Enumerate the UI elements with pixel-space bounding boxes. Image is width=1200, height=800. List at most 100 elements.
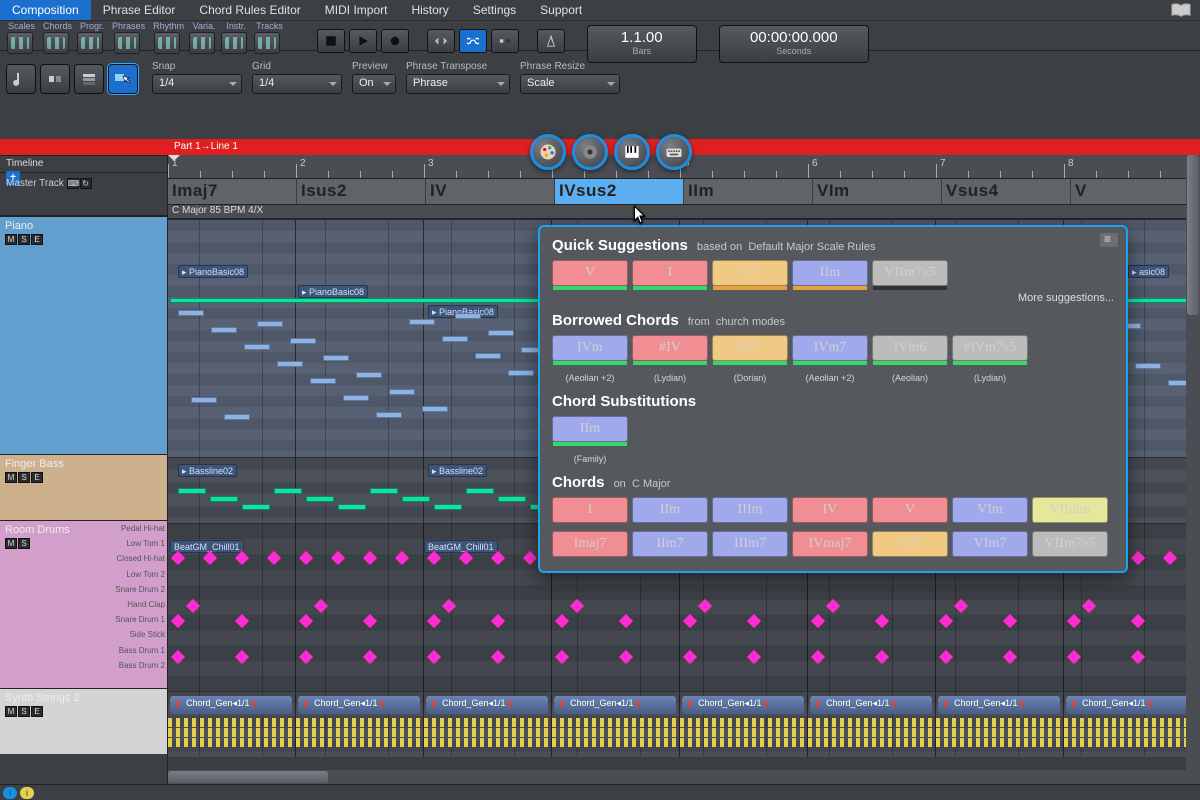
track-header-piano[interactable]: Piano MSE (0, 216, 167, 454)
snap-playhead-button[interactable] (491, 29, 519, 53)
chord-cell[interactable]: IV (426, 179, 555, 204)
chord-suggestion-button[interactable]: IV (792, 497, 868, 523)
phrase-resize-dropdown[interactable]: Scale (520, 74, 620, 94)
v-scroll-thumb[interactable] (1187, 155, 1199, 315)
chord-suggestion-button[interactable]: V (552, 260, 628, 286)
midi-note[interactable] (466, 488, 494, 494)
midi-note[interactable] (277, 361, 303, 367)
chord-suggestion-button[interactable]: IVm7 (792, 335, 868, 361)
preview-dropdown[interactable]: On (352, 74, 396, 94)
snap-dropdown[interactable]: 1/4 (152, 74, 242, 94)
solo-button[interactable]: S (18, 538, 30, 549)
chord-suggestion-button[interactable]: IIIm7 (712, 531, 788, 557)
midi-note[interactable] (290, 338, 316, 344)
midi-note[interactable] (343, 395, 369, 401)
chord-cell[interactable]: V (1071, 179, 1200, 204)
midi-note[interactable] (455, 313, 481, 319)
chord-clip[interactable]: Chord_Gen◂1/1 (682, 696, 804, 714)
chord-suggestion-button[interactable]: IV7 (712, 335, 788, 361)
chord-cell[interactable]: IVsus2 (555, 179, 684, 204)
loop-range-button[interactable] (427, 29, 455, 53)
chord-clip[interactable]: Chord_Gen◂1/1 (810, 696, 932, 714)
solo-button[interactable]: S (18, 472, 30, 483)
mute-button[interactable]: M (5, 706, 17, 717)
status-chip[interactable]: i (3, 787, 17, 799)
midi-note[interactable] (1135, 363, 1161, 369)
lane-synth[interactable]: Chord_Gen◂1/1 Chord_Gen◂1/1 Chord_Gen◂1/1 C… (168, 691, 1200, 757)
mode-note-icon[interactable] (6, 64, 36, 94)
master-piano-icon[interactable]: ⌨ (67, 178, 79, 189)
palette-button[interactable] (254, 32, 280, 54)
chord-suggestion-button[interactable]: IVmaj7 (792, 531, 868, 557)
menu-support[interactable]: Support (528, 0, 594, 20)
menu-composition[interactable]: Composition (0, 0, 91, 20)
palette-button[interactable] (43, 32, 69, 54)
midi-note[interactable] (434, 504, 462, 510)
menu-history[interactable]: History (399, 0, 460, 20)
midi-note[interactable] (242, 504, 270, 510)
edit-button[interactable]: E (31, 472, 43, 483)
midi-note[interactable] (178, 488, 206, 494)
master-loop-icon[interactable]: ↻ (80, 178, 92, 189)
chord-suggestion-button[interactable]: IVm (552, 335, 628, 361)
midi-note[interactable] (409, 319, 435, 325)
midi-note[interactable] (178, 310, 204, 316)
chord-suggestion-button[interactable]: IIm (632, 497, 708, 523)
chord-suggestion-button[interactable]: I (552, 497, 628, 523)
midi-note[interactable] (498, 496, 526, 502)
track-header-bass[interactable]: Finger Bass MSE (0, 454, 167, 520)
vertical-scrollbar[interactable] (1186, 155, 1200, 770)
midi-note[interactable] (488, 330, 514, 336)
chord-suggestion-button[interactable]: IIm7 (632, 531, 708, 557)
midi-note[interactable] (274, 488, 302, 494)
seconds-counter[interactable]: 00:00:00.000 Seconds (719, 25, 869, 63)
palette-button[interactable] (154, 32, 180, 54)
chord-suggestion-button[interactable]: IVm6 (872, 335, 948, 361)
loop-toggle-button[interactable] (459, 29, 487, 53)
metronome-button[interactable] (537, 29, 565, 53)
mode-arrow-icon[interactable] (108, 64, 138, 94)
clip-tag[interactable]: ▸ Bassline02 (428, 464, 487, 477)
chord-suggestion-button[interactable]: V7 (712, 260, 788, 286)
chord-suggestion-button[interactable]: IIm (552, 416, 628, 442)
clip-tag[interactable]: ▸ asic08 (1128, 265, 1169, 278)
midi-note[interactable] (442, 336, 468, 342)
menu-midi-import[interactable]: MIDI Import (313, 0, 400, 20)
midi-note[interactable] (508, 370, 534, 376)
more-suggestions-link[interactable]: More suggestions... (552, 292, 1114, 304)
mute-button[interactable]: M (5, 234, 17, 245)
palette-button[interactable] (7, 32, 33, 54)
chord-suggestion-button[interactable]: V (872, 497, 948, 523)
midi-note[interactable] (402, 496, 430, 502)
keyboard-circle-icon[interactable] (656, 134, 692, 170)
midi-note[interactable] (323, 355, 349, 361)
chord-suggestion-button[interactable]: IIIm (712, 497, 788, 523)
midi-note[interactable] (356, 372, 382, 378)
chord-cell[interactable]: Imaj7 (168, 179, 297, 204)
midi-note[interactable] (376, 412, 402, 418)
chord-cell[interactable]: Isus2 (297, 179, 426, 204)
chord-cell[interactable]: IIm (684, 179, 813, 204)
menu-settings[interactable]: Settings (461, 0, 528, 20)
mode-blocks-icon[interactable] (40, 64, 70, 94)
h-scroll-thumb[interactable] (168, 771, 328, 783)
chord-suggestion-button[interactable]: #IV (632, 335, 708, 361)
mute-button[interactable]: M (5, 538, 17, 549)
menu-chord-rules[interactable]: Chord Rules Editor (187, 0, 312, 20)
edit-button[interactable]: E (31, 706, 43, 717)
clip-tag[interactable]: ▸ PianoBasic08 (298, 285, 368, 298)
chord-clip[interactable]: Chord_Gen◂1/1 (938, 696, 1060, 714)
edit-button[interactable]: E (31, 234, 43, 245)
chord-suggestion-button[interactable]: VIm (952, 497, 1028, 523)
chord-cell[interactable]: Vsus4 (942, 179, 1071, 204)
midi-note[interactable] (257, 321, 283, 327)
chord-suggestion-button[interactable]: Imaj7 (552, 531, 628, 557)
horizontal-scrollbar[interactable] (168, 770, 1200, 784)
palette-button[interactable] (77, 32, 103, 54)
help-book-icon[interactable] (1170, 2, 1192, 18)
midi-note[interactable] (422, 406, 448, 412)
stop-button[interactable] (317, 29, 345, 53)
midi-note[interactable] (224, 414, 250, 420)
palette-button[interactable] (189, 32, 215, 54)
chord-clip[interactable]: Chord_Gen◂1/1 (170, 696, 292, 714)
